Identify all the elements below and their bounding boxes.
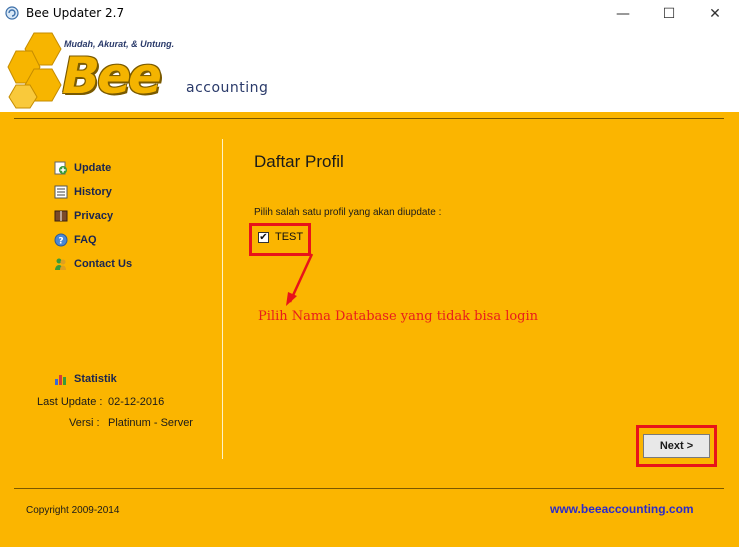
profile-instruction: Pilih salah satu profil yang akan diupda…: [254, 207, 442, 218]
chart-icon: [54, 372, 68, 386]
maximize-button[interactable]: ☐: [646, 0, 692, 27]
top-divider: [14, 118, 724, 119]
sidebar-item-label: History: [74, 186, 112, 198]
website-link[interactable]: www.beeaccounting.com: [550, 502, 694, 516]
last-update-value: 02-12-2016: [108, 396, 165, 408]
window-title: Bee Updater 2.7: [26, 6, 125, 20]
svg-text:?: ?: [58, 237, 63, 247]
sidebar-item-history[interactable]: History: [54, 183, 112, 201]
annotation-text: Pilih Nama Database yang tidak bisa logi…: [258, 309, 539, 324]
last-update-label: Last Update :: [37, 396, 103, 408]
sidebar-item-faq[interactable]: ? FAQ: [54, 231, 97, 249]
profile-label[interactable]: TEST: [275, 231, 303, 243]
privacy-icon: [54, 209, 68, 223]
history-icon: [54, 185, 68, 199]
sidebar-item-privacy[interactable]: Privacy: [54, 207, 113, 225]
sidebar-item-label: FAQ: [74, 234, 97, 246]
close-button[interactable]: ✕: [692, 0, 738, 27]
brand-subtitle: accounting: [186, 80, 269, 96]
main-panel: [0, 112, 739, 547]
versi-label: Versi :: [69, 417, 100, 429]
sidebar-item-label: Contact Us: [74, 258, 133, 270]
versi-value: Platinum - Server: [108, 417, 193, 429]
statistik-section: Statistik: [54, 372, 117, 386]
statistik-label: Statistik: [74, 373, 117, 385]
annotation-arrow-icon: [286, 253, 314, 306]
contact-icon: [54, 257, 68, 271]
app-icon: [5, 6, 19, 20]
honeycomb-logo-icon: [7, 32, 62, 109]
app-header: Mudah, Akurat, & Untung. Bee accounting: [0, 27, 739, 112]
minimize-button[interactable]: —: [600, 0, 646, 27]
sidebar-divider: [222, 139, 223, 459]
sidebar-item-contact-us[interactable]: Contact Us: [54, 255, 132, 273]
sidebar-item-label: Update: [74, 162, 112, 174]
bottom-divider: [14, 488, 724, 489]
update-icon: [54, 161, 68, 175]
sidebar-item-update[interactable]: Update: [54, 159, 111, 177]
profile-checkbox[interactable]: ✔: [258, 232, 269, 243]
faq-icon: ?: [54, 233, 68, 247]
sidebar-item-label: Privacy: [74, 210, 114, 222]
title-bar: Bee Updater 2.7 — ☐ ✕: [0, 0, 739, 28]
copyright-text: Copyright 2009-2014: [26, 505, 120, 516]
next-button[interactable]: Next >: [643, 434, 710, 458]
page-title: Daftar Profil: [254, 152, 344, 171]
brand-logo-text: Bee: [62, 47, 162, 105]
